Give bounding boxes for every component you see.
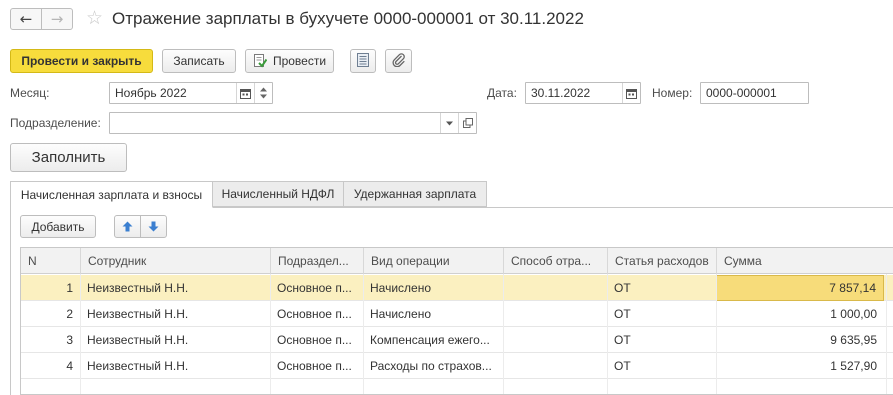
column-divider <box>363 274 364 394</box>
cell-employee: Неизвестный Н.Н. <box>87 359 189 373</box>
document-list-icon <box>357 52 369 70</box>
cell-department: Основное п... <box>277 281 352 295</box>
calendar-icon <box>626 88 637 99</box>
column-divider <box>886 274 887 394</box>
cell-expense: ОТ <box>614 307 631 321</box>
cell-expense: ОТ <box>614 359 631 373</box>
department-label: Подразделение: <box>10 116 101 130</box>
back-button[interactable]: ← <box>10 8 42 30</box>
post-and-close-button[interactable]: Провести и закрыть <box>10 49 153 73</box>
attach-files-button[interactable] <box>385 49 412 73</box>
cell-n: 1 <box>66 281 73 295</box>
tab-withheld-salary[interactable]: Удержанная зарплата <box>343 181 487 207</box>
date-field[interactable]: 30.11.2022 <box>525 82 641 104</box>
department-open-button[interactable] <box>458 113 476 133</box>
month-spinner[interactable] <box>254 83 272 103</box>
column-divider <box>716 274 717 394</box>
column-header-method[interactable]: Способ отра... <box>503 248 607 274</box>
page-title: Отражение зарплаты в бухучете 0000-00000… <box>112 9 584 28</box>
calendar-button[interactable] <box>236 83 254 103</box>
number-field[interactable]: 0000-000001 <box>700 82 809 104</box>
number-label: Номер: <box>652 86 693 100</box>
fill-button[interactable]: Заполнить <box>10 143 127 172</box>
date-label: Дата: <box>487 86 517 100</box>
chevron-down-icon <box>446 121 453 125</box>
number-value: 0000-000001 <box>706 86 777 100</box>
panel-border <box>10 207 11 395</box>
arrow-left-icon: ← <box>19 10 33 28</box>
column-divider <box>270 274 271 394</box>
column-header-employee[interactable]: Сотрудник <box>80 248 270 274</box>
cell-operation: Начислено <box>370 307 432 321</box>
tab-accrued-ndfl[interactable]: Начисленный НДФЛ <box>212 181 344 207</box>
spinner-down-icon <box>260 94 267 99</box>
column-divider <box>607 274 608 394</box>
add-button[interactable]: Добавить <box>20 215 96 238</box>
column-header-operation[interactable]: Вид операции <box>363 248 503 274</box>
cell-method <box>503 353 607 379</box>
open-item-icon <box>462 118 473 128</box>
column-header-expense[interactable]: Статья расходов <box>607 248 716 274</box>
cell-n: 3 <box>66 333 73 347</box>
cell-employee: Неизвестный Н.Н. <box>87 307 189 321</box>
post-button[interactable]: Провести <box>245 49 334 73</box>
forward-button[interactable]: → <box>41 8 73 30</box>
report-list-button[interactable] <box>350 49 376 73</box>
arrow-right-icon: → <box>50 10 64 28</box>
table-row[interactable]: 2 Неизвестный Н.Н. Основное п... Начисле… <box>21 301 893 327</box>
column-header-sum[interactable]: Сумма <box>716 248 886 274</box>
cell-department: Основное п... <box>277 359 352 373</box>
cell-employee: Неизвестный Н.Н. <box>87 281 189 295</box>
cell-method <box>503 275 607 301</box>
cell-expense: ОТ <box>614 281 631 295</box>
cell-sum: 1 000,00 <box>830 307 877 321</box>
table-row[interactable]: 4 Неизвестный Н.Н. Основное п... Расходы… <box>21 353 893 379</box>
post-document-icon <box>253 54 268 68</box>
month-value: Ноябрь 2022 <box>115 86 187 100</box>
cell-method <box>503 327 607 353</box>
column-header-department[interactable]: Подраздел... <box>270 248 363 274</box>
column-header-n[interactable]: N <box>21 248 80 274</box>
date-calendar-button[interactable] <box>622 83 640 103</box>
favorite-star-icon[interactable]: ☆ <box>86 8 103 28</box>
month-field[interactable]: Ноябрь 2022 <box>109 82 273 104</box>
spinner-up-icon <box>260 87 267 92</box>
move-up-button[interactable] <box>114 215 141 238</box>
cell-sum[interactable]: 7 857,14 <box>716 275 884 301</box>
arrow-up-icon <box>122 221 133 232</box>
cell-n: 4 <box>66 359 73 373</box>
month-label: Месяц: <box>10 86 50 100</box>
date-value: 30.11.2022 <box>531 86 591 100</box>
post-button-label: Провести <box>272 54 327 68</box>
table-header: N Сотрудник Подраздел... Вид операции Сп… <box>21 248 893 274</box>
cell-department: Основное п... <box>277 333 352 347</box>
table-row[interactable]: 1 Неизвестный Н.Н. Основное п... Начисле… <box>21 275 893 301</box>
department-dropdown-button[interactable] <box>440 113 458 133</box>
cell-operation: Начислено <box>370 281 432 295</box>
cell-operation: Компенсация ежего... <box>370 333 490 347</box>
department-field[interactable] <box>109 112 477 134</box>
cell-department: Основное п... <box>277 307 352 321</box>
cell-n: 2 <box>66 307 73 321</box>
column-divider <box>80 274 81 394</box>
tab-accrued-salary[interactable]: Начисленная зарплата и взносы <box>10 181 213 208</box>
cell-operation: Расходы по страхов... <box>370 359 492 373</box>
salary-table: N Сотрудник Подраздел... Вид операции Сп… <box>20 247 893 395</box>
paperclip-icon <box>391 52 406 70</box>
cell-expense: ОТ <box>614 333 631 347</box>
calendar-icon <box>240 88 251 99</box>
cell-method <box>503 301 607 327</box>
move-down-button[interactable] <box>140 215 167 238</box>
save-button[interactable]: Записать <box>162 49 236 73</box>
table-row[interactable]: 3 Неизвестный Н.Н. Основное п... Компенс… <box>21 327 893 353</box>
column-divider <box>503 274 504 394</box>
cell-sum: 9 635,95 <box>830 333 877 347</box>
cell-sum: 1 527,90 <box>830 359 877 373</box>
arrow-down-icon <box>148 221 159 232</box>
cell-employee: Неизвестный Н.Н. <box>87 333 189 347</box>
